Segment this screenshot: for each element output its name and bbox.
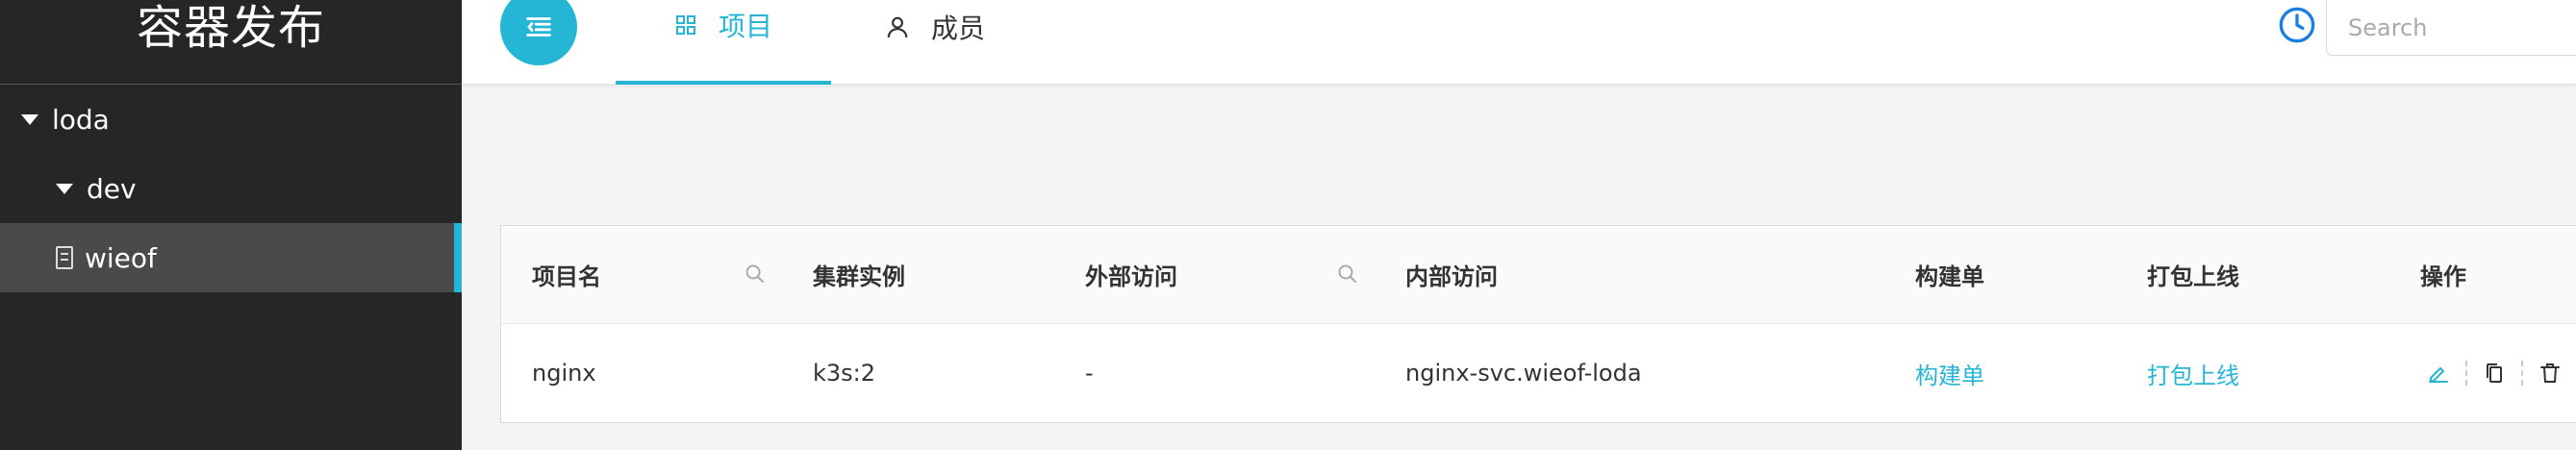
- deploy-link[interactable]: 打包上线: [2147, 324, 2239, 422]
- cell-cluster: k3s:2: [813, 360, 876, 387]
- cell-external: -: [1085, 360, 1094, 387]
- tree-item-label: wieof: [85, 241, 157, 274]
- caret-down-icon: [21, 113, 38, 125]
- clock-icon[interactable]: [2278, 6, 2316, 44]
- copy-icon[interactable]: [2481, 360, 2508, 387]
- projects-table: 项目名 集群实例 外部访问 内部访问 构建单 打包上线 操作 nginx k3s…: [500, 225, 2576, 423]
- tree-item-label: dev: [87, 172, 137, 205]
- column-header-cluster: 集群实例: [813, 263, 905, 290]
- menu-fold-icon: [526, 17, 551, 37]
- build-link[interactable]: 构建单: [1915, 324, 1984, 422]
- column-header-deploy: 打包上线: [2147, 263, 2239, 290]
- column-header-build: 构建单: [1915, 263, 1984, 290]
- tree-item-dev[interactable]: dev: [0, 154, 462, 223]
- column-header-internal: 内部访问: [1405, 263, 1498, 290]
- tab-members[interactable]: 成员: [885, 0, 1077, 85]
- top-header: 项目 成员: [462, 0, 2576, 85]
- cell-internal: nginx-svc.wieof-loda: [1405, 360, 1642, 387]
- caret-down-icon: [56, 183, 73, 194]
- action-divider: [2465, 361, 2467, 386]
- column-header-name: 项目名: [532, 263, 601, 290]
- table-header-row: 项目名 集群实例 外部访问 内部访问 构建单 打包上线 操作: [501, 226, 2576, 324]
- grid-icon: [674, 13, 697, 37]
- menu-toggle-button[interactable]: [500, 0, 577, 65]
- user-icon: [885, 14, 910, 39]
- app-title: 容器发布: [136, 1, 325, 55]
- file-icon: [56, 246, 73, 269]
- search-input[interactable]: [2348, 13, 2560, 41]
- row-actions: [2425, 324, 2563, 422]
- active-indicator: [454, 223, 462, 292]
- delete-icon[interactable]: [2537, 360, 2563, 387]
- tab-label: 项目: [718, 11, 772, 42]
- search-box: [2326, 0, 2576, 56]
- edit-icon[interactable]: [2425, 360, 2452, 387]
- app-brand: 容器发布: [0, 0, 462, 85]
- column-filter-search-icon[interactable]: [744, 262, 767, 286]
- cell-name: nginx: [532, 360, 596, 387]
- column-header-actions: 操作: [2420, 263, 2466, 290]
- tree-item-label: loda: [52, 103, 110, 136]
- tree-item-wieof[interactable]: wieof: [0, 223, 462, 292]
- tree-item-loda[interactable]: loda: [0, 85, 462, 154]
- action-divider: [2521, 361, 2523, 386]
- tab-label: 成员: [931, 12, 986, 44]
- table-row: nginx k3s:2 - nginx-svc.wieof-loda 构建单 打…: [501, 324, 2576, 422]
- column-header-external: 外部访问: [1085, 263, 1177, 290]
- column-filter-search-icon[interactable]: [1336, 262, 1359, 286]
- tab-projects[interactable]: 项目: [616, 0, 831, 85]
- sidebar: 容器发布 loda dev wieof: [0, 0, 462, 450]
